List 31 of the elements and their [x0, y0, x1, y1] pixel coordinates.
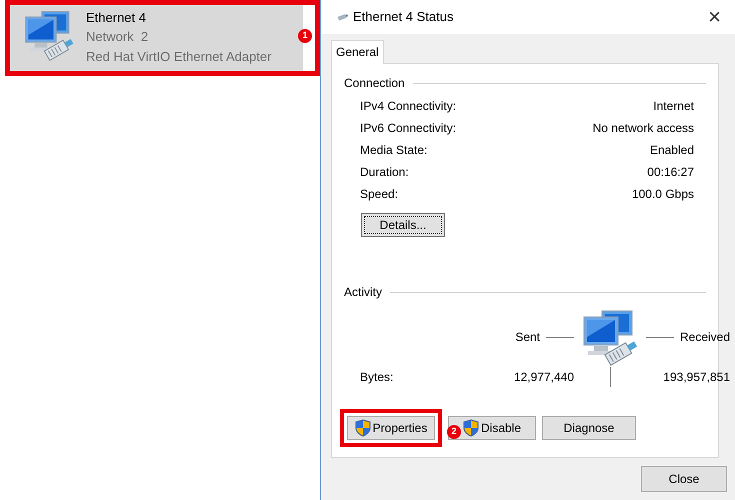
group-heading: Activity: [344, 284, 382, 301]
adapter-name: Ethernet 4: [86, 9, 147, 27]
adapter-device: Red Hat VirtIO Ethernet Adapter: [86, 48, 272, 66]
group-heading: Connection: [344, 75, 405, 92]
sent-label: Sent: [514, 329, 540, 346]
cable-icon: [337, 13, 349, 21]
action-button[interactable]: Properties: [347, 416, 435, 440]
close-dialog-button[interactable]: Close: [641, 466, 727, 492]
sent-bytes: 12,977,440: [512, 369, 575, 386]
action-button[interactable]: Diagnose: [542, 416, 636, 440]
tab[interactable]: General: [331, 40, 384, 64]
field-label: Speed:: [360, 186, 398, 203]
field-value: Internet: [653, 98, 694, 115]
received-label: Received: [680, 329, 730, 346]
field-value: Enabled: [650, 142, 694, 159]
received-bytes: 193,957,851: [662, 369, 730, 386]
adapter-item[interactable]: Ethernet 4 Network 2 Red Hat VirtIO Ethernet Adapter: [10, 5, 303, 71]
network-name: Network 2: [86, 28, 150, 46]
field-label: Duration:: [360, 164, 409, 181]
field-label: IPv4 Connectivity:: [360, 98, 456, 115]
field-value: 100.0 Gbps: [632, 186, 694, 203]
field-label: IPv6 Connectivity:: [360, 120, 456, 137]
details-button[interactable]: Details...: [361, 213, 445, 237]
callout-badge: 1: [298, 29, 312, 43]
window-title: Ethernet 4 Status: [353, 8, 454, 26]
bytes-label: Bytes:: [360, 369, 394, 386]
field-value: No network access: [592, 120, 694, 137]
close-button[interactable]: ×: [702, 6, 727, 28]
network-computers-icon: [22, 8, 76, 62]
field-value: 00:16:27: [647, 164, 694, 181]
field-label: Media State:: [360, 142, 428, 159]
